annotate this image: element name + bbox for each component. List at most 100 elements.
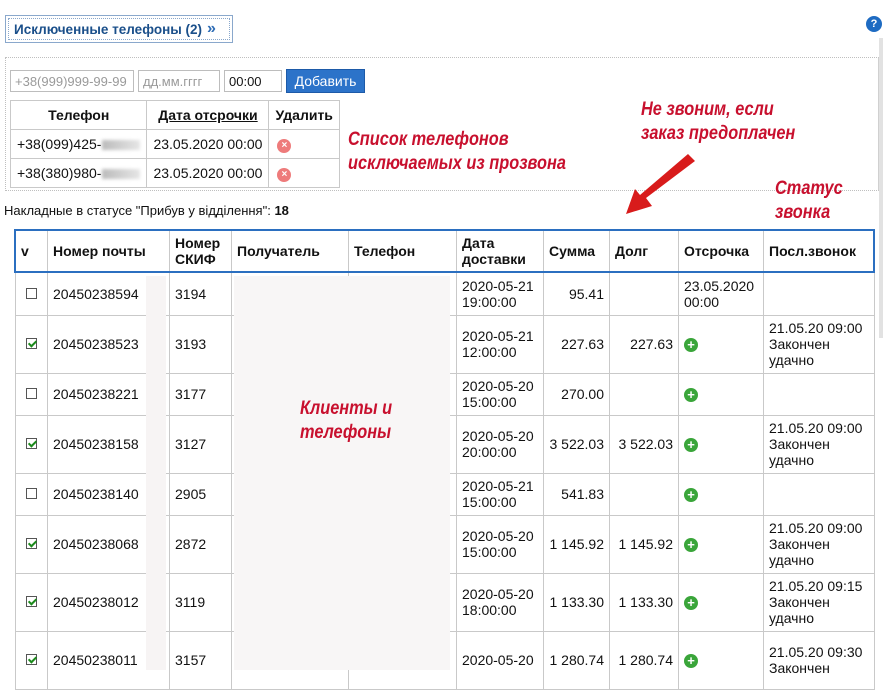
sum: 95.41	[543, 271, 610, 316]
delivery-date: 2020-05-21 19:00:00	[456, 271, 544, 316]
delivery-date: 2020-05-21 12:00:00	[456, 314, 544, 374]
row-checkbox[interactable]	[25, 388, 37, 399]
excluded-phones-toggle[interactable]: Исключенные телефоны (2) »	[5, 15, 233, 43]
skif-number: 3127	[169, 414, 232, 474]
col-sum[interactable]: Сумма	[543, 229, 610, 273]
row-checkbox[interactable]	[25, 438, 37, 449]
defer: +	[678, 414, 764, 474]
skif-number: 2872	[169, 514, 232, 574]
annotation-excluded-list: Список телефонов исключаемых из прозвона	[348, 129, 566, 174]
annotation-call-status: Статус звонка	[775, 178, 843, 223]
col-defer[interactable]: Отсрочка	[678, 229, 764, 273]
last-call: 21.05.20 09:00 Закончен удачно	[763, 514, 875, 574]
defer: +	[678, 372, 764, 416]
sum: 1 133.30	[543, 572, 610, 632]
defer: +	[678, 472, 764, 516]
scrollbar[interactable]	[879, 38, 883, 338]
last-call: 21.05.20 09:00 Закончен удачно	[763, 414, 875, 474]
date-input[interactable]	[138, 70, 220, 92]
debt: 1 133.30	[609, 572, 679, 632]
defer: +	[678, 630, 764, 690]
delivery-date: 2020-05-20 20:00:00	[456, 414, 544, 474]
col-phone: Телефон	[9, 100, 148, 130]
debt	[609, 472, 679, 516]
excluded-date: 23.05.2020 00:00	[146, 158, 270, 188]
time-input[interactable]	[224, 70, 282, 92]
summary-line: Накладные в статусе "Прибув у відділення…	[4, 203, 289, 218]
delivery-date: 2020-05-20	[456, 630, 544, 690]
last-call	[763, 372, 875, 416]
col-select[interactable]: v	[14, 229, 48, 273]
row-checkbox[interactable]	[25, 654, 37, 665]
delivery-date: 2020-05-20 15:00:00	[456, 372, 544, 416]
col-recipient[interactable]: Получатель	[231, 229, 349, 273]
excluded-phones-table: Телефон Дата отсрочки Удалить +38(099)42…	[9, 100, 340, 188]
sum: 1 280.74	[543, 630, 610, 690]
annotation-prepaid: Не звоним, если заказ предоплачен	[641, 99, 796, 144]
sum: 270.00	[543, 372, 610, 416]
add-defer-icon[interactable]: +	[684, 438, 698, 452]
add-defer-icon[interactable]: +	[684, 654, 698, 668]
row-checkbox[interactable]	[25, 488, 37, 499]
debt: 3 522.03	[609, 414, 679, 474]
skif-number: 3119	[169, 572, 232, 632]
debt	[609, 271, 679, 316]
defer: 23.05.2020 00:00	[678, 271, 764, 316]
delete-icon[interactable]: ×	[277, 139, 292, 153]
last-call: 21.05.20 09:30 Закончен	[763, 630, 875, 690]
delete-icon[interactable]: ×	[277, 168, 292, 182]
sum: 227.63	[543, 314, 610, 374]
delivery-date: 2020-05-21 15:00:00	[456, 472, 544, 516]
col-debt[interactable]: Долг	[609, 229, 679, 273]
col-waybill[interactable]: Номер почты	[47, 229, 170, 273]
table-row: +38(380)980- 23.05.2020 00:00 ×	[9, 158, 340, 188]
skif-number: 3194	[169, 271, 232, 316]
col-delete: Удалить	[268, 100, 340, 130]
chevron-right-icon: »	[207, 20, 216, 37]
last-call: 21.05.20 09:15 Закончен удачно	[763, 572, 875, 632]
excluded-phones-label: Исключенные телефоны (2)	[14, 21, 203, 37]
defer: +	[678, 572, 764, 632]
add-defer-icon[interactable]: +	[684, 338, 698, 352]
skif-number: 3193	[169, 314, 232, 374]
col-phone[interactable]: Телефон	[348, 229, 457, 273]
help-icon[interactable]: ?	[866, 16, 882, 32]
col-last-call[interactable]: Посл.звонок	[763, 229, 875, 273]
add-defer-icon[interactable]: +	[684, 388, 698, 402]
col-delivery-date[interactable]: Дата доставки	[456, 229, 544, 273]
last-call	[763, 271, 875, 316]
sum: 541.83	[543, 472, 610, 516]
add-defer-icon[interactable]: +	[684, 488, 698, 502]
delivery-date: 2020-05-20 15:00:00	[456, 514, 544, 574]
debt	[609, 372, 679, 416]
skif-number: 2905	[169, 472, 232, 516]
defer: +	[678, 314, 764, 374]
debt: 1 280.74	[609, 630, 679, 690]
row-checkbox[interactable]	[25, 338, 37, 349]
skif-number: 3177	[169, 372, 232, 416]
table-row: +38(099)425- 23.05.2020 00:00 ×	[9, 129, 340, 159]
redacted-clients-area	[234, 276, 450, 670]
add-defer-icon[interactable]: +	[684, 538, 698, 552]
row-checkbox[interactable]	[25, 287, 37, 299]
excluded-date: 23.05.2020 00:00	[146, 129, 270, 159]
red-arrow-icon	[626, 154, 695, 214]
excluded-phone: +38(099)425-	[9, 129, 148, 159]
sum: 1 145.92	[543, 514, 610, 574]
phone-input[interactable]	[10, 70, 134, 92]
skif-number: 3157	[169, 630, 232, 690]
excluded-phone: +38(380)980-	[9, 158, 148, 188]
last-call	[763, 472, 875, 516]
add-defer-icon[interactable]: +	[684, 596, 698, 610]
summary-count: 18	[274, 203, 289, 218]
row-checkbox[interactable]	[25, 538, 37, 549]
delivery-date: 2020-05-20 18:00:00	[456, 572, 544, 632]
redacted-area	[146, 276, 166, 670]
col-defer-date[interactable]: Дата отсрочки	[146, 100, 270, 130]
defer: +	[678, 514, 764, 574]
row-checkbox[interactable]	[25, 596, 37, 607]
col-skif[interactable]: Номер СКИФ	[169, 229, 232, 273]
debt: 1 145.92	[609, 514, 679, 574]
sum: 3 522.03	[543, 414, 610, 474]
add-button[interactable]: Добавить	[286, 69, 365, 93]
